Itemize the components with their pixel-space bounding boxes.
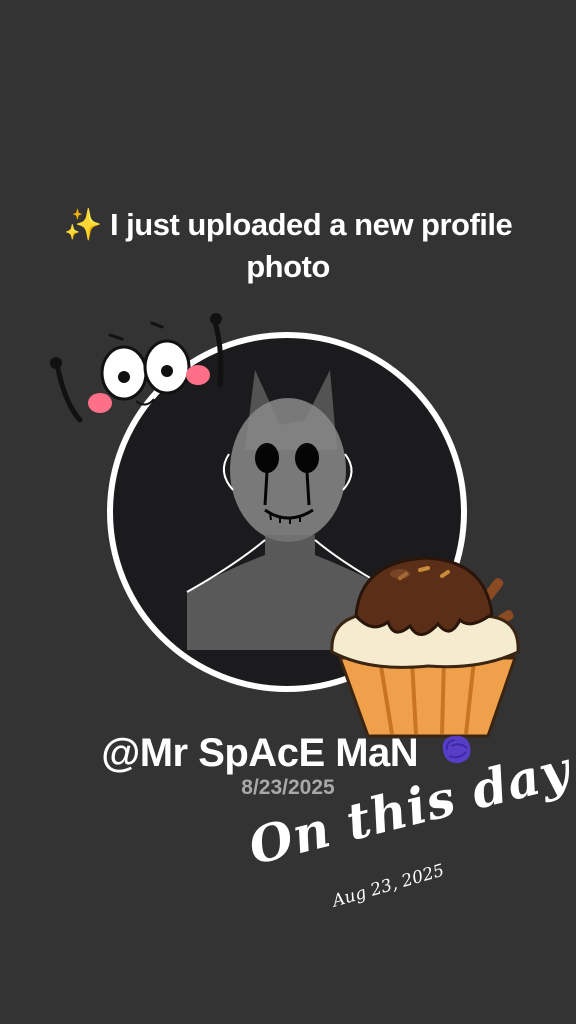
headline-text: I just uploaded a new profile photo (109, 207, 513, 284)
username-text[interactable]: @Mr SpAcE MaN (101, 731, 419, 775)
cartoon-eyes-sticker (40, 305, 240, 435)
sparkle-icon: ✨ (63, 207, 103, 242)
memory-date: Aug 23, 2025 (330, 860, 447, 912)
cupcake-sticker (320, 548, 535, 740)
announcement-headline: ✨ I just uploaded a new profile photo (60, 204, 516, 288)
